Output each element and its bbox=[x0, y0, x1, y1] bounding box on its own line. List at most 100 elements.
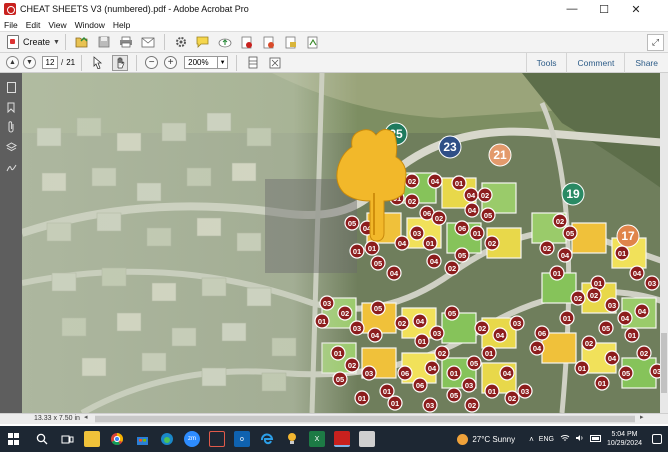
maximize-button[interactable]: ☐ bbox=[590, 0, 618, 18]
unit-label: 03 bbox=[409, 225, 425, 241]
pdf-form-icon[interactable] bbox=[239, 34, 255, 50]
store-icon[interactable] bbox=[134, 431, 150, 447]
unit-label: 03 bbox=[319, 295, 335, 311]
notifications-icon[interactable] bbox=[652, 434, 662, 444]
minimize-button[interactable]: — bbox=[558, 0, 586, 18]
edge-icon[interactable] bbox=[159, 431, 175, 447]
menu-view[interactable]: View bbox=[48, 20, 66, 30]
export-icon[interactable] bbox=[261, 34, 277, 50]
document-view[interactable]: 0302020402010204050602050406010203010405… bbox=[22, 73, 668, 413]
master-plan-map[interactable]: 0302020402010204050602050406010203010405… bbox=[22, 73, 668, 413]
menu-window[interactable]: Window bbox=[75, 20, 105, 30]
unit-label: 01 bbox=[354, 390, 370, 406]
wifi-icon[interactable] bbox=[560, 434, 570, 444]
unit-label: 02 bbox=[474, 320, 490, 336]
gear-icon[interactable] bbox=[173, 34, 189, 50]
tools-pane-button[interactable]: Tools bbox=[525, 53, 567, 73]
unit-label: 02 bbox=[570, 290, 586, 306]
edge-browser-icon[interactable] bbox=[259, 431, 275, 447]
cloud-upload-icon[interactable] bbox=[217, 34, 233, 50]
battery-icon[interactable] bbox=[589, 434, 602, 444]
svg-text:21: 21 bbox=[493, 148, 507, 162]
language-indicator[interactable]: ENG bbox=[539, 436, 554, 443]
unit-label: 05 bbox=[344, 215, 360, 231]
svg-text:03: 03 bbox=[413, 229, 421, 238]
svg-text:17: 17 bbox=[621, 229, 635, 243]
full-screen-icon[interactable] bbox=[267, 55, 283, 71]
task-view-icon[interactable] bbox=[59, 431, 75, 447]
page-number-input[interactable]: 12 bbox=[42, 56, 58, 69]
share-pane-button[interactable]: Share bbox=[624, 53, 668, 73]
svg-text:05: 05 bbox=[458, 251, 466, 260]
scroll-thumb[interactable] bbox=[661, 333, 667, 393]
comment-pane-button[interactable]: Comment bbox=[566, 53, 624, 73]
clock-time: 5:04 PM bbox=[611, 431, 638, 438]
zoom-out-button[interactable]: − bbox=[145, 56, 159, 69]
comment-icon[interactable] bbox=[195, 34, 211, 50]
unit-label: 04 bbox=[492, 327, 508, 343]
main-toolbar: Create ▼ ⤢ bbox=[0, 31, 668, 53]
next-page-button[interactable]: ▼ bbox=[23, 56, 36, 69]
attachments-icon[interactable] bbox=[5, 121, 17, 133]
close-button[interactable]: ✕ bbox=[622, 0, 650, 18]
menu-help[interactable]: Help bbox=[113, 20, 130, 30]
zoom-in-button[interactable]: + bbox=[164, 56, 178, 69]
hand-tool-icon[interactable] bbox=[112, 54, 129, 71]
title-bar: CHEAT SHEETS V3 (numbered).pdf - Adobe A… bbox=[0, 0, 668, 18]
install-icon[interactable] bbox=[359, 431, 375, 447]
protect-icon[interactable] bbox=[283, 34, 299, 50]
scroll-right-icon[interactable]: ▸ bbox=[640, 413, 644, 421]
expand-icon[interactable]: ⤢ bbox=[647, 34, 664, 51]
svg-text:02: 02 bbox=[488, 239, 496, 248]
chrome-icon[interactable] bbox=[109, 431, 125, 447]
file-explorer-icon[interactable] bbox=[84, 431, 100, 447]
unit-label: 06 bbox=[454, 220, 470, 236]
weather-widget[interactable]: 27°C Sunny bbox=[457, 433, 515, 445]
svg-text:01: 01 bbox=[318, 317, 326, 326]
outlook-icon[interactable]: o bbox=[234, 431, 250, 447]
folder-open-icon[interactable] bbox=[74, 34, 90, 50]
volume-icon[interactable] bbox=[575, 434, 585, 444]
print-icon[interactable] bbox=[118, 34, 134, 50]
windows-start-icon[interactable] bbox=[8, 433, 20, 445]
zoom-icon[interactable]: zm bbox=[184, 431, 200, 447]
vertical-scrollbar[interactable] bbox=[660, 73, 668, 413]
sun-icon bbox=[457, 433, 469, 445]
scroll-left-icon[interactable]: ◂ bbox=[84, 413, 88, 421]
menu-file[interactable]: File bbox=[4, 20, 18, 30]
page-thumbnails-icon[interactable] bbox=[5, 81, 17, 93]
chevron-up-icon[interactable]: ˄ bbox=[529, 435, 534, 444]
unit-label: 05 bbox=[466, 355, 482, 371]
zoom-select[interactable]: 200% bbox=[184, 56, 219, 69]
svg-text:01: 01 bbox=[594, 279, 602, 288]
svg-text:04: 04 bbox=[638, 307, 647, 316]
unit-label: 05 bbox=[454, 247, 470, 263]
zoom-dropdown-button[interactable]: ▼ bbox=[218, 56, 229, 69]
create-button[interactable]: Create ▼ bbox=[7, 33, 60, 51]
menu-edit[interactable]: Edit bbox=[26, 20, 41, 30]
unit-label: 04 bbox=[499, 365, 515, 381]
horizontal-scrollbar[interactable] bbox=[95, 415, 635, 423]
previous-page-button[interactable]: ▲ bbox=[6, 56, 19, 69]
fit-page-icon[interactable] bbox=[245, 55, 261, 71]
layers-icon[interactable] bbox=[5, 141, 17, 153]
svg-text:01: 01 bbox=[426, 239, 434, 248]
scroll-thumb[interactable] bbox=[95, 416, 635, 422]
search-icon[interactable] bbox=[34, 431, 50, 447]
signatures-icon[interactable] bbox=[5, 161, 17, 173]
svg-text:04: 04 bbox=[633, 269, 642, 278]
select-cursor-icon[interactable] bbox=[90, 55, 106, 71]
app-icon[interactable] bbox=[209, 431, 225, 447]
unit-label: 01 bbox=[484, 383, 500, 399]
save-icon[interactable] bbox=[96, 34, 112, 50]
acrobat-icon[interactable] bbox=[334, 431, 350, 447]
lightbulb-icon[interactable] bbox=[284, 431, 300, 447]
email-icon[interactable] bbox=[140, 34, 156, 50]
excel-icon[interactable]: X bbox=[309, 431, 325, 447]
unit-label: 02 bbox=[504, 390, 520, 406]
toolbar-divider bbox=[81, 54, 83, 71]
sign-icon[interactable] bbox=[305, 34, 321, 50]
svg-text:04: 04 bbox=[398, 239, 407, 248]
bookmarks-icon[interactable] bbox=[5, 101, 17, 113]
clock[interactable]: 5:04 PM 10/29/2024 bbox=[607, 430, 642, 448]
